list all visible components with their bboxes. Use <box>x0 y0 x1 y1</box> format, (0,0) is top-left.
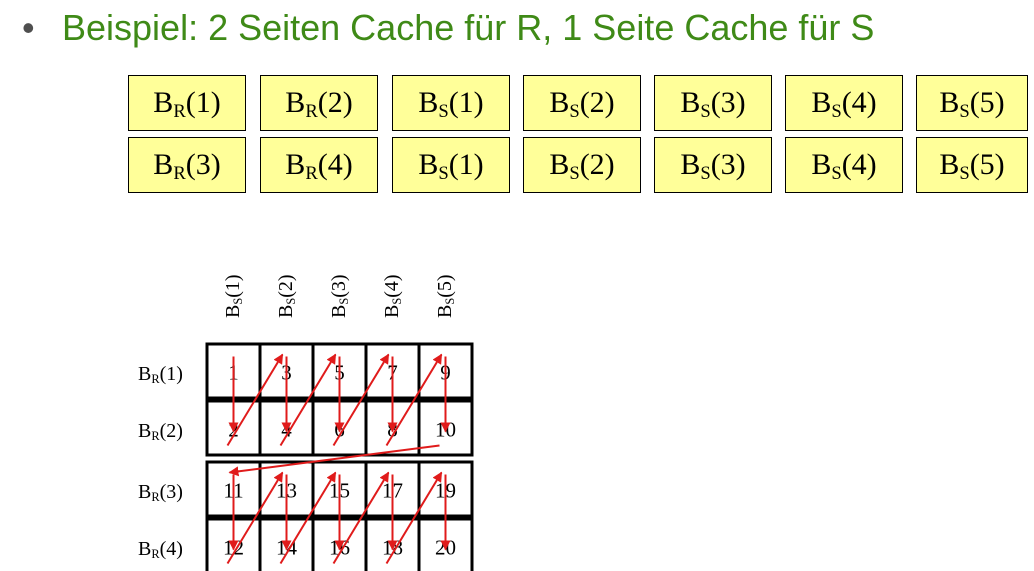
join-order-grid: 1357924681011131517191214161820 <box>205 342 474 571</box>
